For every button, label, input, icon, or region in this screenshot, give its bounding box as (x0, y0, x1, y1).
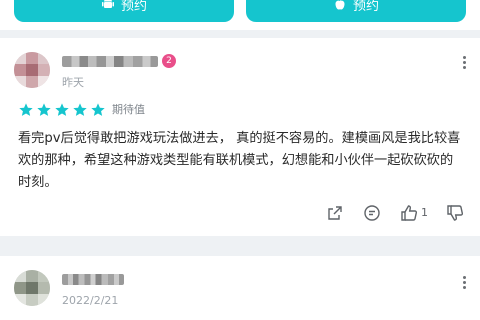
avatar[interactable] (14, 270, 50, 306)
star-icon (73, 103, 87, 116)
rating-stars (18, 102, 106, 118)
avatar[interactable] (14, 52, 50, 88)
review-actions: 1 (0, 204, 480, 222)
star-icon (19, 103, 33, 116)
username-blurred[interactable] (62, 274, 124, 285)
apple-icon (335, 0, 345, 10)
rating-label: 期待值 (112, 103, 145, 116)
android-icon (101, 0, 114, 8)
android-reserve-button[interactable]: 预约 (14, 0, 234, 22)
star-icon (37, 103, 51, 116)
android-reserve-label: 预约 (120, 0, 147, 14)
review-time: 2022/2/21 (62, 294, 119, 307)
review-card: 2 昨天 期待值 看完pv后觉得敢把游戏玩法做进去， 真的挺不容易的。建模画风是… (0, 38, 480, 236)
share-icon[interactable] (326, 204, 344, 222)
review-text[interactable]: 看完pv后觉得敢把游戏玩法做进去， 真的挺不容易的。建模画风是我比较喜欢的那种，… (18, 128, 462, 194)
star-icon (55, 103, 69, 116)
review-card: 2022/2/21 (0, 256, 480, 320)
thumbs-up-icon[interactable] (400, 204, 418, 222)
more-options-icon[interactable] (456, 54, 472, 70)
ios-reserve-button[interactable]: 预约 (246, 0, 466, 22)
thumbs-down-icon[interactable] (446, 204, 464, 222)
level-badge: 2 (162, 54, 176, 68)
star-icon (91, 103, 105, 116)
ios-reserve-label: 预约 (352, 0, 379, 14)
top-action-bar: 预约 预约 (0, 0, 480, 30)
reply-icon[interactable] (363, 204, 381, 222)
more-options-icon[interactable] (456, 274, 472, 290)
like-count: 1 (421, 206, 428, 219)
review-time: 昨天 (62, 76, 84, 89)
username-blurred[interactable] (62, 56, 158, 67)
